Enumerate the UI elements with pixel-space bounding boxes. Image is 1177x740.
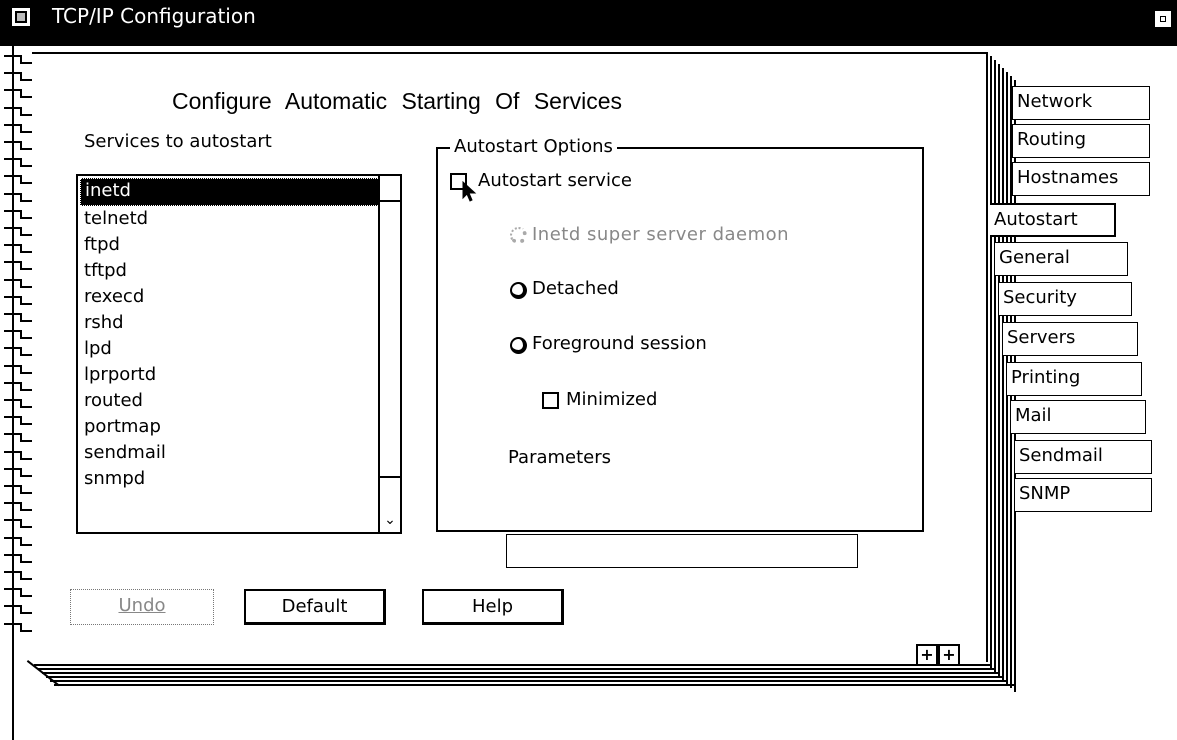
scroll-down-arrow-icon[interactable]: ⌄ <box>380 508 400 532</box>
default-button[interactable]: Default <box>244 589 386 625</box>
next-page-arrow-icon[interactable]: + <box>938 644 960 666</box>
spiral-ring <box>4 172 34 189</box>
spiral-ring <box>4 585 34 602</box>
spiral-ring <box>4 534 34 551</box>
spiral-ring <box>4 69 34 86</box>
spiral-ring <box>4 344 34 361</box>
spiral-ring <box>4 327 34 344</box>
spiral-ring <box>4 430 34 447</box>
listbox-scrollbar[interactable]: ⌄ <box>378 176 400 532</box>
list-item[interactable]: rexecd <box>80 284 380 310</box>
spiral-ring <box>4 207 34 224</box>
spiral-ring <box>4 138 34 155</box>
system-menu-icon[interactable] <box>10 6 32 28</box>
detached-radio[interactable] <box>510 282 527 299</box>
tab-hostnames[interactable]: Hostnames <box>1012 162 1150 196</box>
list-item[interactable]: routed <box>80 388 380 414</box>
list-item[interactable]: sendmail <box>80 440 380 466</box>
detached-radio-label[interactable]: Detached <box>532 277 619 301</box>
list-item[interactable]: lprportd <box>80 362 380 388</box>
undo-button-label: Undo <box>118 595 166 616</box>
inetd-radio-label: Inetd super server daemon <box>532 224 790 245</box>
spiral-ring <box>4 482 34 499</box>
foreground-session-radio[interactable] <box>510 337 527 354</box>
window-title: TCP/IP Configuration <box>52 4 256 28</box>
spiral-ring <box>4 551 34 568</box>
tab-autostart[interactable]: Autostart <box>990 203 1116 237</box>
list-item[interactable]: portmap <box>80 414 380 440</box>
spiral-ring <box>4 396 34 413</box>
minimized-checkbox[interactable] <box>542 392 559 409</box>
notebook-spiral-binding <box>4 52 34 652</box>
spiral-ring <box>4 516 34 533</box>
tab-snmp[interactable]: SNMP <box>1014 478 1152 512</box>
tab-network[interactable]: Network <box>1012 86 1150 120</box>
inetd-radio <box>510 227 527 244</box>
spiral-ring <box>4 258 34 275</box>
notebook-page: Configure Automatic Starting Of Services… <box>32 52 988 666</box>
spiral-ring <box>4 465 34 482</box>
spiral-ring <box>4 310 34 327</box>
title-bar: TCP/IP Configuration <box>0 0 1177 46</box>
spiral-ring <box>4 86 34 103</box>
mouse-pointer-icon <box>462 181 477 202</box>
list-item[interactable]: inetd <box>80 178 380 206</box>
spiral-ring <box>4 104 34 121</box>
spiral-ring <box>4 121 34 138</box>
spiral-ring <box>4 276 34 293</box>
undo-button[interactable]: Undo <box>70 589 214 625</box>
spiral-ring <box>4 293 34 310</box>
services-list: inetd telnetd ftpd tftpd rexecd rshd lpd… <box>80 178 380 492</box>
spiral-ring <box>4 224 34 241</box>
services-listbox[interactable]: inetd telnetd ftpd tftpd rexecd rshd lpd… <box>76 174 402 534</box>
tab-security[interactable]: Security <box>998 282 1132 316</box>
minimized-label[interactable]: Minimized <box>566 388 657 412</box>
spiral-ring <box>4 568 34 585</box>
parameters-input[interactable] <box>506 534 858 568</box>
spiral-ring <box>4 620 34 637</box>
services-label: Services to autostart <box>84 131 272 152</box>
autostart-service-label[interactable]: Autostart service <box>478 169 632 193</box>
list-item[interactable]: telnetd <box>80 206 380 232</box>
list-item[interactable]: tftpd <box>80 258 380 284</box>
spiral-ring <box>4 448 34 465</box>
spiral-ring <box>4 155 34 172</box>
tab-general[interactable]: General <box>994 242 1128 276</box>
spiral-ring <box>4 379 34 396</box>
list-item[interactable]: ftpd <box>80 232 380 258</box>
spiral-ring <box>4 241 34 258</box>
default-button-label: Default <box>281 596 348 617</box>
spiral-ring <box>4 602 34 619</box>
tab-mail[interactable]: Mail <box>1010 400 1146 434</box>
spiral-ring <box>4 362 34 379</box>
spiral-ring <box>4 52 34 69</box>
tab-printing[interactable]: Printing <box>1006 362 1142 396</box>
autostart-options-group: Autostart Options Autostart service Inet… <box>436 135 924 568</box>
help-button[interactable]: Help <box>422 589 564 625</box>
tab-sendmail[interactable]: Sendmail <box>1014 440 1152 474</box>
page-heading: Configure Automatic Starting Of Services <box>172 88 623 114</box>
previous-page-arrow-icon[interactable]: + <box>916 644 938 666</box>
parameters-label: Parameters <box>508 447 612 468</box>
tab-routing[interactable]: Routing <box>1012 124 1150 158</box>
foreground-session-label[interactable]: Foreground session <box>532 332 707 356</box>
scrollbar-track-divider <box>380 476 400 478</box>
spiral-ring <box>4 499 34 516</box>
minimize-button[interactable] <box>1154 10 1172 28</box>
list-item[interactable]: rshd <box>80 310 380 336</box>
scrollbar-thumb[interactable] <box>380 176 400 202</box>
help-button-label: Help <box>471 596 514 617</box>
tab-servers[interactable]: Servers <box>1002 322 1138 356</box>
list-item[interactable]: lpd <box>80 336 380 362</box>
spiral-ring <box>4 413 34 430</box>
list-item[interactable]: snmpd <box>80 466 380 492</box>
group-label: Autostart Options <box>450 135 617 159</box>
spiral-ring <box>4 190 34 207</box>
